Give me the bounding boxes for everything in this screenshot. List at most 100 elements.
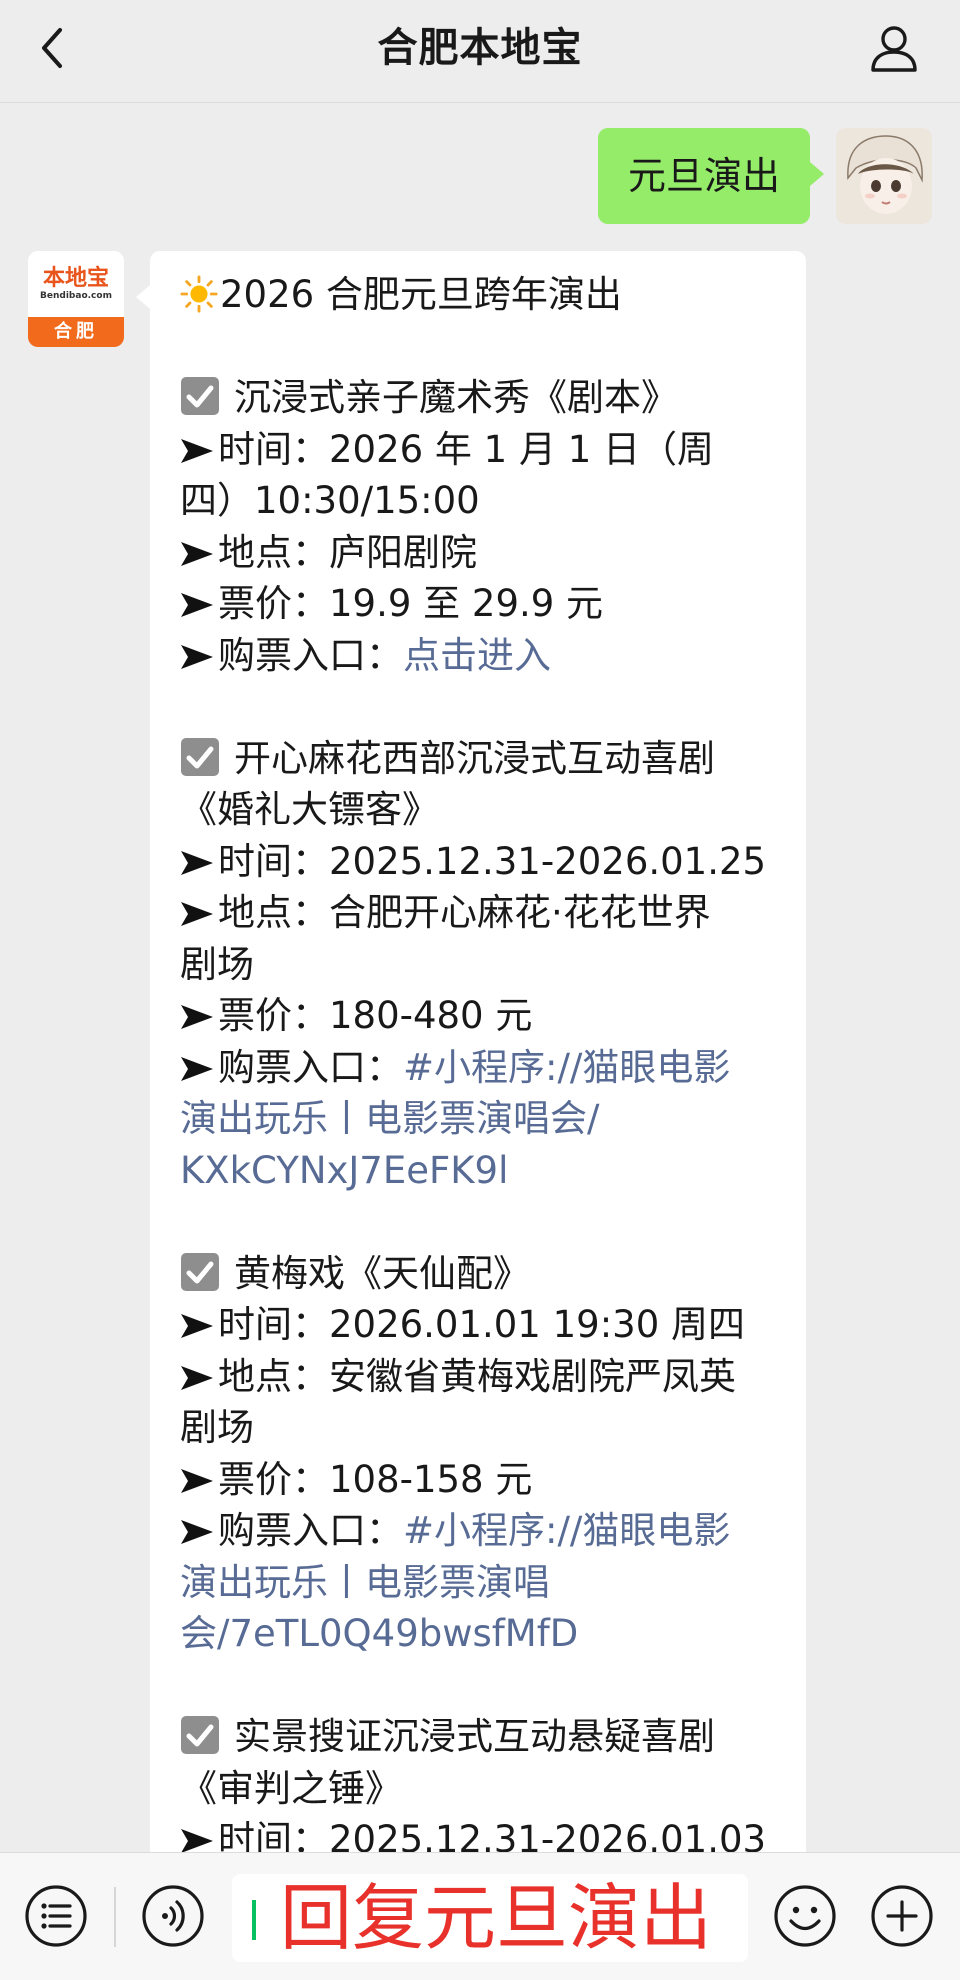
arrow-right-icon	[181, 438, 213, 463]
bottom-input-bar: 回复元旦演出	[0, 1852, 960, 1980]
ticket-label: 购票入口：	[218, 633, 403, 677]
checkbox-icon	[181, 737, 219, 776]
ticket-link-cont[interactable]: 会/7eTL0Q49bwsfMfD	[180, 1608, 778, 1660]
ticket-link-cont[interactable]: KXkCYNxJ7EeFK9l	[180, 1145, 778, 1197]
event-price-line: 票价：19.9 至 29.9 元	[180, 578, 778, 630]
ticket-link-cont[interactable]: 演出玩乐丨电影票演唱	[180, 1557, 778, 1609]
arrow-right-icon	[181, 1005, 213, 1029]
message-title-line: 2026 合肥元旦跨年演出	[180, 269, 778, 321]
outgoing-message: 元旦演出	[597, 128, 932, 224]
event-venue-line: 地点：合肥开心麻花·花花世界	[180, 887, 778, 939]
user-avatar-image	[836, 128, 932, 224]
event-name: 开心麻花西部沉浸式互动喜剧	[234, 736, 715, 780]
price-label: 票价：	[218, 1457, 329, 1501]
message-input[interactable]: 回复元旦演出	[232, 1874, 748, 1962]
event-venue-cont: 剧场	[180, 1406, 254, 1449]
event-name: 沉浸式亲子魔术秀《剧本》	[234, 376, 678, 419]
ticket-link[interactable]: 点击进入	[403, 634, 551, 677]
arrow-right-icon	[181, 1365, 213, 1390]
arrow-right-icon	[181, 593, 213, 617]
incoming-bubble[interactable]: 2026 合肥元旦跨年演出 沉浸式亲子魔术秀《剧本》 时间：2026 年 1 月…	[136, 251, 806, 1852]
event-venue-line: 地点：安徽省黄梅戏剧院严凤英	[180, 1351, 778, 1403]
arrow-right-icon	[181, 902, 213, 926]
event-time-cont: 四）10:30/15:00	[180, 479, 480, 522]
event-price-line: 票价：108-158 元	[180, 1454, 778, 1506]
top-nav-bar: 合肥本地宝	[0, 0, 960, 103]
logo-top: 本地宝 Bendibao.com	[28, 251, 124, 317]
event-ticket-line: 购票入口：点击进入	[180, 630, 778, 682]
chat-title: 合肥本地宝	[377, 25, 583, 71]
bar-divider	[114, 1887, 116, 1947]
message-input-text: 回复元旦演出	[280, 1876, 713, 1960]
arrow-right-icon	[181, 850, 213, 875]
arrow-right-icon	[181, 541, 213, 566]
voice-button[interactable]	[141, 1884, 205, 1948]
event-time: 2026.01.01 19:30 周四	[329, 1303, 745, 1346]
venue-label: 地点：	[218, 1354, 329, 1398]
event-time: 2025.12.31-2026.01.25	[329, 839, 767, 883]
more-button[interactable]	[870, 1884, 934, 1948]
outgoing-bubble[interactable]: 元旦演出	[597, 128, 825, 224]
message-title: 2026 合肥元旦跨年演出	[220, 273, 622, 316]
event-name: 黄梅戏《天仙配》	[234, 1251, 530, 1295]
sun-icon	[180, 275, 218, 313]
ticket-link[interactable]: #小程序://猫眼电影	[403, 1046, 730, 1089]
time-label: 时间：	[218, 839, 329, 883]
user-avatar[interactable]	[836, 128, 932, 224]
event-time: 2026 年 1 月 1 日（周	[329, 427, 715, 471]
menu-button[interactable]	[24, 1884, 88, 1948]
voice-icon	[142, 1885, 204, 1947]
event-name-line: 黄梅戏《天仙配》	[180, 1248, 778, 1300]
ticket-link[interactable]: #小程序://猫眼电影	[403, 1509, 730, 1552]
ticket-label: 购票入口：	[218, 1509, 403, 1552]
event-time-line: 时间：2025.12.31-2026.01.03	[180, 1814, 778, 1852]
checkbox-icon	[181, 1716, 219, 1754]
time-label: 时间：	[218, 427, 329, 471]
event-time-line: 时间：2025.12.31-2026.01.25	[180, 836, 778, 888]
emoji-button[interactable]	[773, 1884, 837, 1948]
time-label: 时间：	[218, 1303, 329, 1346]
event-ticket-line: 购票入口：#小程序://猫眼电影	[180, 1505, 778, 1557]
event-name: 实景搜证沉浸式互动悬疑喜剧	[234, 1715, 715, 1758]
venue-label: 地点：	[218, 891, 329, 934]
list-menu-icon	[25, 1885, 87, 1947]
arrow-right-icon	[181, 1468, 213, 1493]
event-name-cont: 《婚礼大镖客》	[180, 788, 439, 831]
event-price: 108-158 元	[329, 1457, 533, 1501]
arrow-right-icon	[181, 1056, 213, 1081]
chat-area[interactable]: 元旦演出 本地宝 Bendibao.com 合肥 2026 合肥元旦跨年演出 沉…	[0, 103, 960, 1852]
venue-label: 地点：	[218, 530, 329, 574]
checkbox-icon	[181, 377, 219, 415]
smiley-icon	[774, 1885, 836, 1947]
event-time-line: 时间：2026.01.01 19:30 周四	[180, 1299, 778, 1351]
plus-icon	[871, 1885, 933, 1947]
event-price: 19.9 至 29.9 元	[329, 582, 604, 625]
event-venue-cont: 剧场	[180, 942, 254, 986]
event-time-line: 时间：2026 年 1 月 1 日（周	[180, 424, 778, 476]
event-name-line: 开心麻花西部沉浸式互动喜剧	[180, 733, 778, 785]
event-price: 180-480 元	[329, 994, 533, 1037]
arrow-right-icon	[181, 1829, 213, 1852]
event-venue-line: 地点：庐阳剧院	[180, 527, 778, 579]
ticket-link-cont[interactable]: 演出玩乐丨电影票演唱会/	[180, 1093, 778, 1145]
logo-city: 合肥	[28, 317, 124, 347]
event-name-cont: 《审判之锤》	[180, 1766, 402, 1810]
event-venue: 合肥开心麻花·花花世界	[329, 891, 711, 934]
price-label: 票价：	[218, 582, 329, 625]
official-account-avatar[interactable]: 本地宝 Bendibao.com 合肥	[28, 251, 124, 347]
event-price-line: 票价：180-480 元	[180, 990, 778, 1042]
profile-button[interactable]	[866, 20, 922, 76]
incoming-message: 本地宝 Bendibao.com 合肥 2026 合肥元旦跨年演出 沉浸式亲子魔…	[28, 251, 806, 1852]
event-name-line: 沉浸式亲子魔术秀《剧本》	[180, 372, 778, 424]
logo-brand: 本地宝	[42, 265, 109, 291]
arrow-right-icon	[181, 644, 213, 669]
time-label: 时间：	[218, 1818, 329, 1852]
ticket-label: 购票入口：	[218, 1045, 403, 1089]
arrow-right-icon	[181, 1314, 213, 1338]
event-venue: 庐阳剧院	[329, 530, 477, 574]
event-ticket-line: 购票入口：#小程序://猫眼电影	[180, 1042, 778, 1094]
